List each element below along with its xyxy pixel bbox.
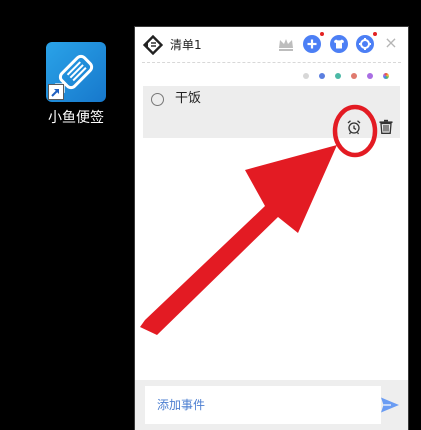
color-swatch-custom[interactable]: [383, 73, 389, 79]
send-button[interactable]: [380, 396, 400, 414]
notification-dot: [320, 32, 324, 36]
task-item[interactable]: 干饭: [143, 86, 400, 138]
delete-button[interactable]: [379, 119, 393, 134]
input-bar: [135, 380, 408, 430]
add-list-button[interactable]: [303, 32, 324, 53]
fish-app-icon: [46, 42, 106, 102]
settings-button[interactable]: [356, 32, 377, 53]
shirt-icon: [334, 39, 344, 49]
crown-icon[interactable]: [277, 35, 295, 53]
note-window: 清单1 × 干饭 添加事件: [135, 27, 408, 430]
close-button[interactable]: ×: [384, 34, 398, 52]
trash-icon: [379, 119, 393, 134]
color-swatch-teal[interactable]: [335, 73, 341, 79]
title-divider: [142, 62, 401, 63]
reminder-button[interactable]: [346, 119, 362, 135]
add-event-input[interactable]: [145, 386, 381, 424]
color-swatch-gray[interactable]: [303, 73, 309, 79]
alarm-clock-icon: [347, 120, 361, 135]
gear-icon: [359, 38, 371, 50]
desktop-shortcut-label: 小鱼便签: [48, 110, 104, 126]
color-swatch-purple[interactable]: [367, 73, 373, 79]
paper-plane-icon: [381, 397, 399, 413]
color-swatch-coral[interactable]: [351, 73, 357, 79]
plus-icon: [307, 39, 317, 49]
desktop: 小鱼便签 清单1 × 干饭 添加事件: [0, 0, 421, 430]
desktop-shortcut[interactable]: 小鱼便签: [40, 42, 112, 127]
color-swatch-blue[interactable]: [319, 73, 325, 79]
shortcut-arrow-icon: [48, 84, 64, 100]
title-bar[interactable]: 清单1 ×: [135, 27, 408, 62]
task-checkbox[interactable]: [151, 93, 164, 106]
notification-dot: [373, 32, 377, 36]
task-text[interactable]: 干饭: [175, 91, 201, 107]
list-title[interactable]: 清单1: [170, 37, 202, 53]
theme-button[interactable]: [330, 35, 348, 53]
app-logo-icon: [142, 34, 164, 56]
